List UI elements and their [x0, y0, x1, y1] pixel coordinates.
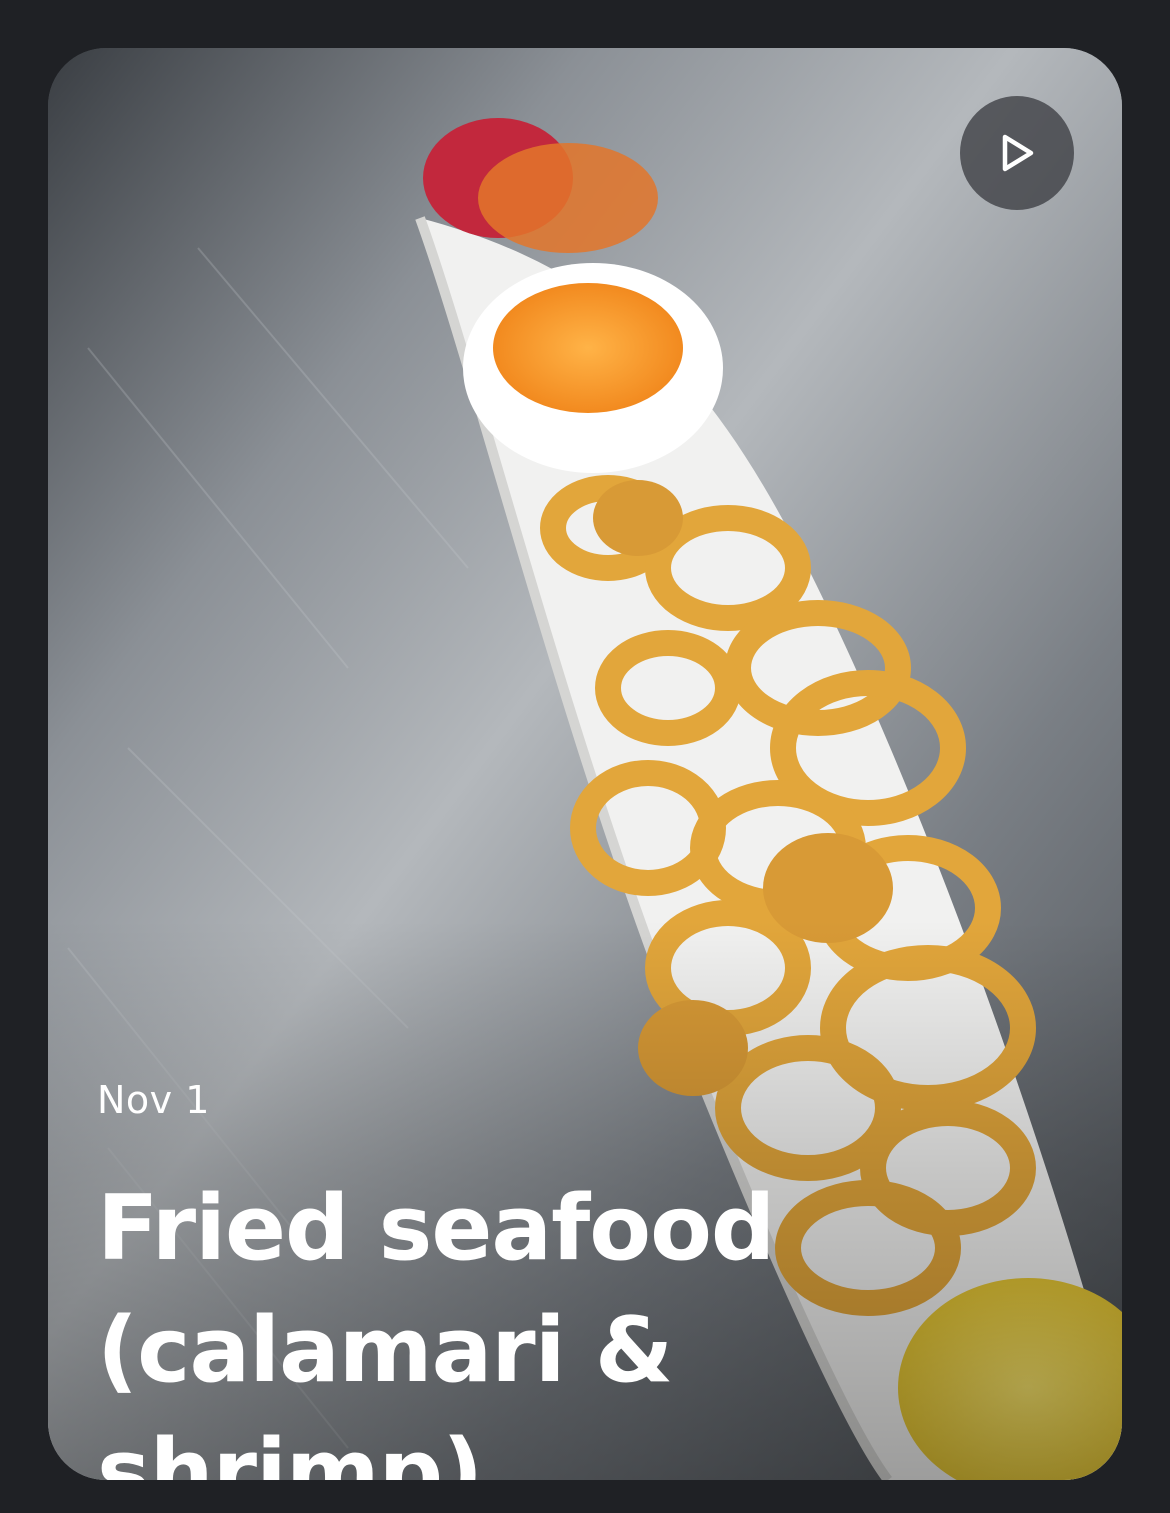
- post-date: Nov 1: [97, 1078, 210, 1122]
- post-title: Fried seafood (calamari & shrimp): [97, 1176, 775, 1480]
- play-button[interactable]: [960, 96, 1074, 210]
- play-icon: [1002, 134, 1034, 172]
- story-card[interactable]: Nov 1 Fried seafood (calamari & shrimp): [48, 48, 1122, 1480]
